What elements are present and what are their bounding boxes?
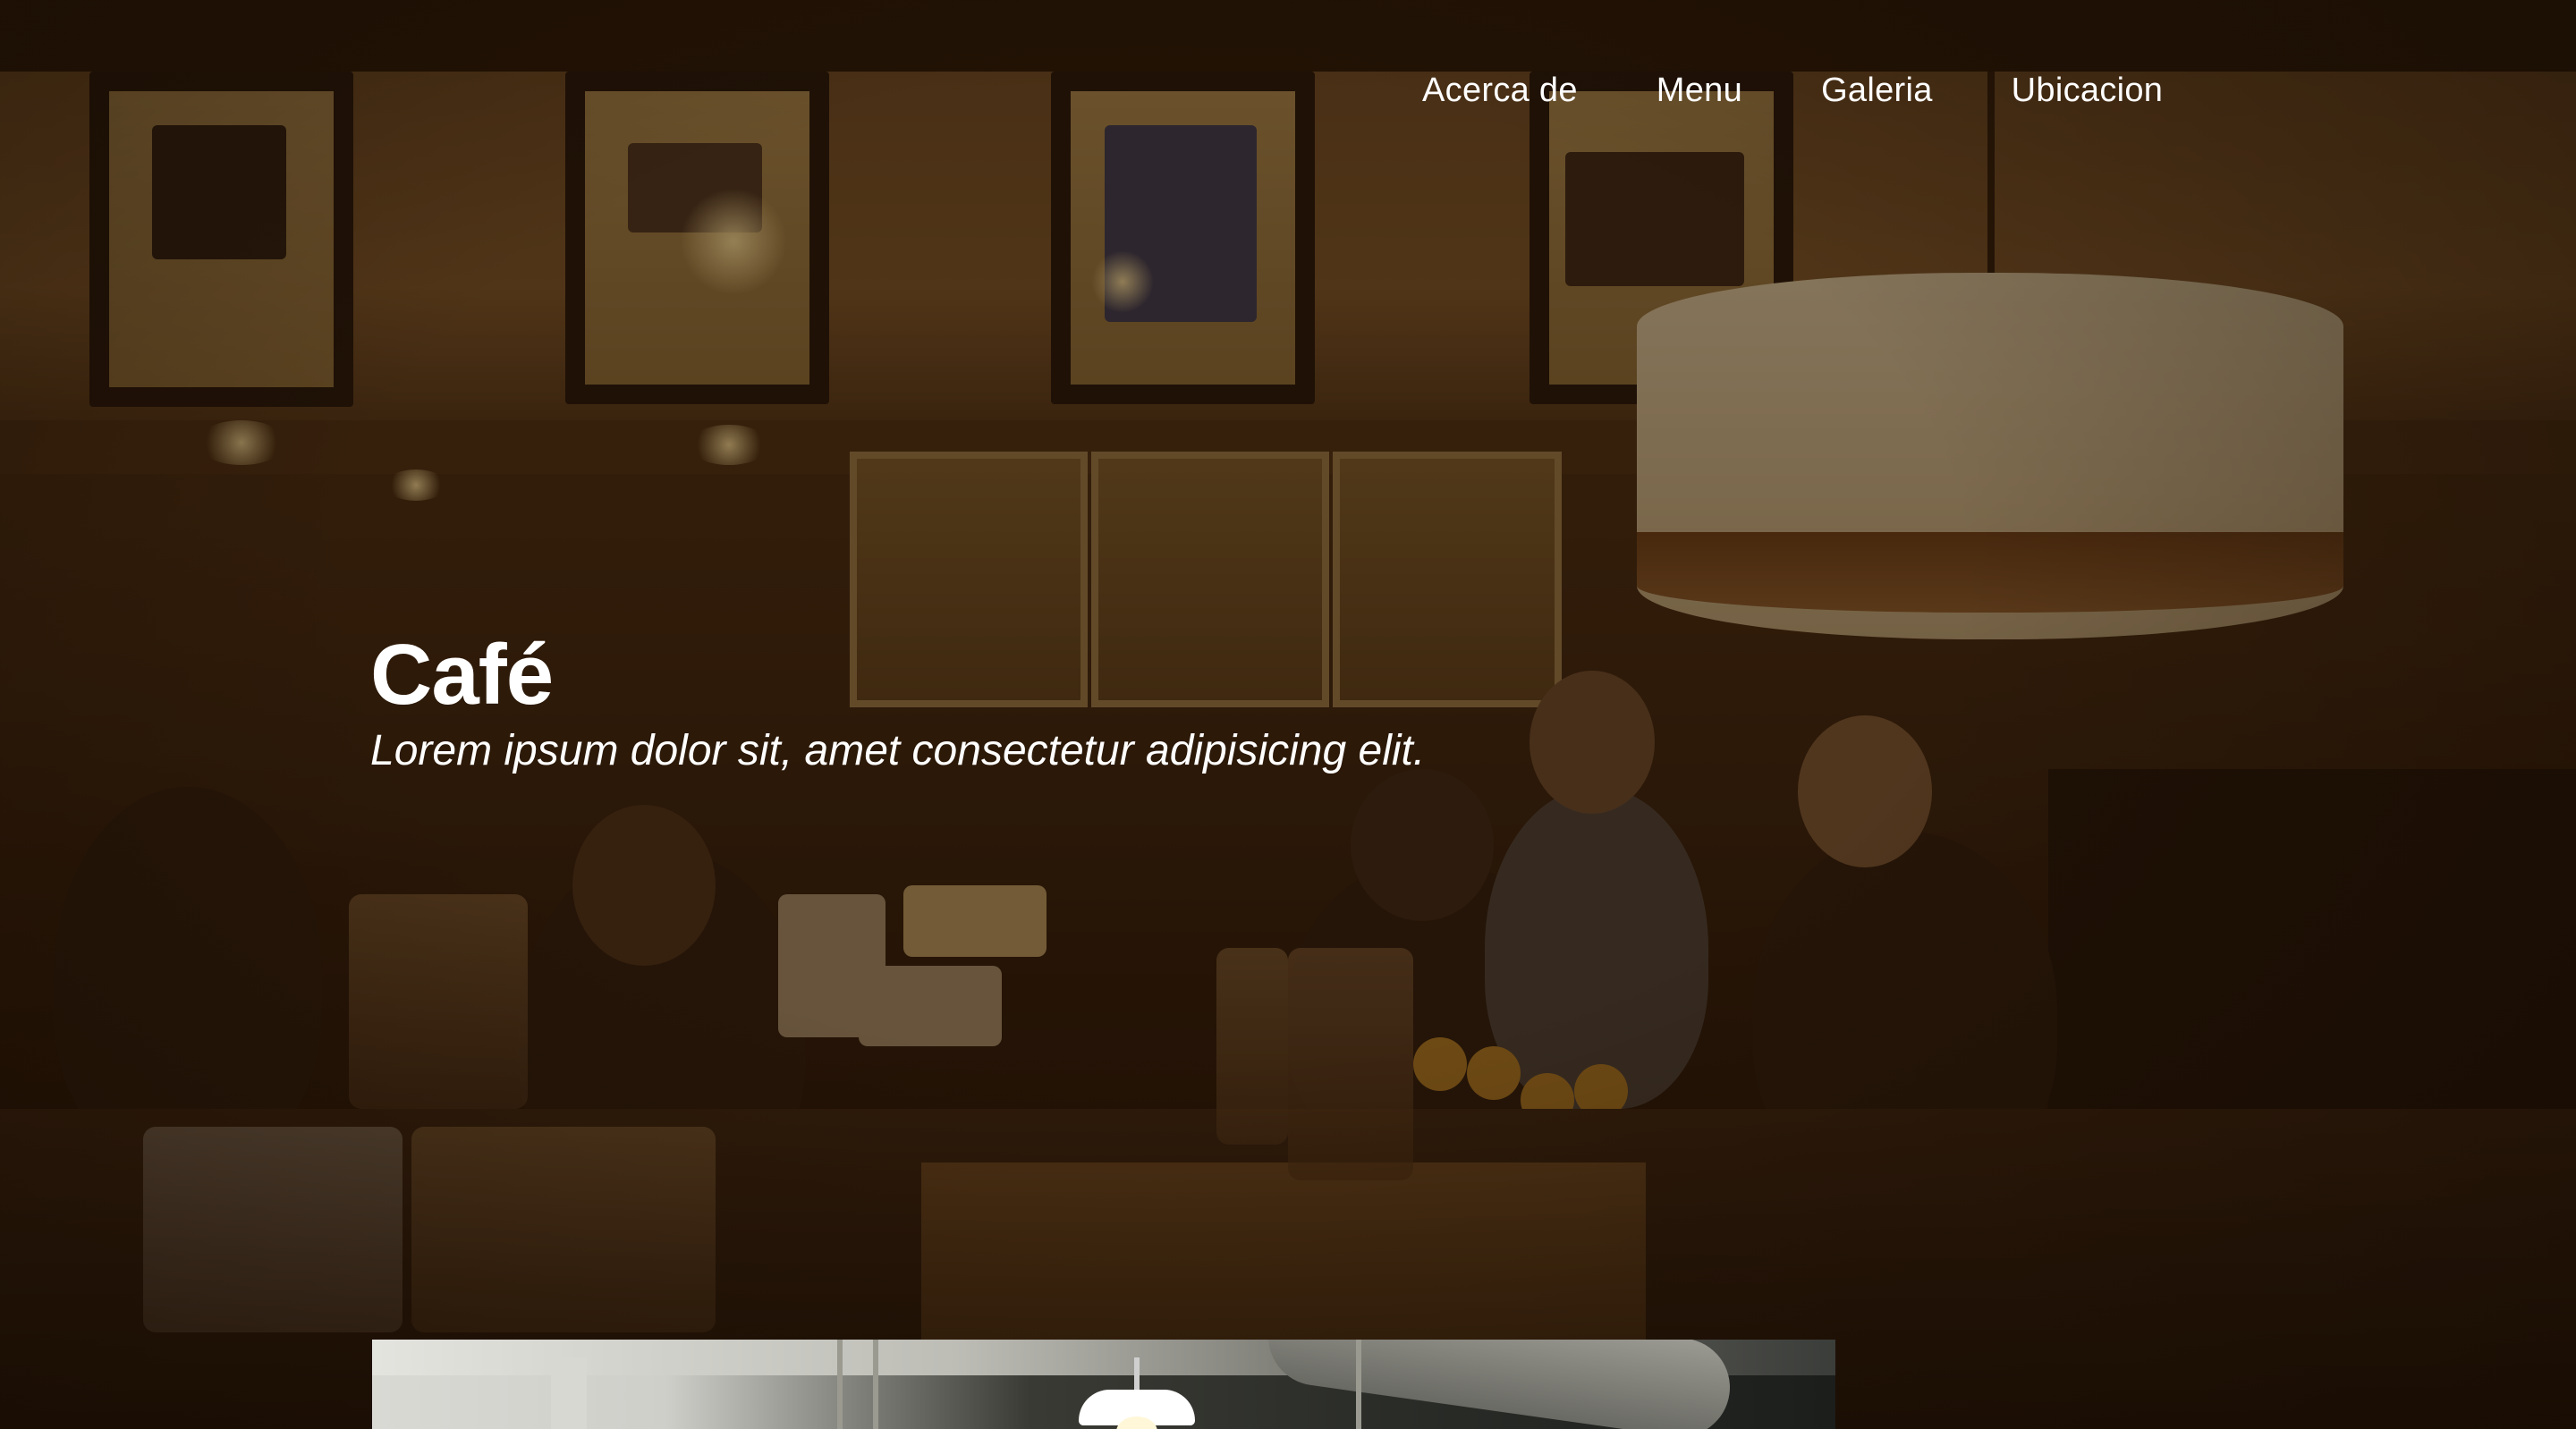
nav-link-acerca-de[interactable]: Acerca de — [1422, 72, 1578, 110]
hero-subtitle: Lorem ipsum dolor sit, amet consectetur … — [370, 727, 1426, 774]
hero-title: Café — [370, 627, 554, 723]
next-section-duct — [1261, 1340, 1737, 1429]
next-section-image — [372, 1340, 1835, 1429]
main-nav: Acerca de Menu Galeria Ubicacion — [1422, 72, 2163, 110]
next-section-pendant-lamp — [1070, 1357, 1204, 1429]
nav-link-galeria[interactable]: Galeria — [1821, 72, 1933, 110]
nav-link-ubicacion[interactable]: Ubicacion — [2012, 72, 2164, 110]
next-section-lamp — [551, 1357, 587, 1429]
nav-link-menu[interactable]: Menu — [1657, 72, 1742, 110]
